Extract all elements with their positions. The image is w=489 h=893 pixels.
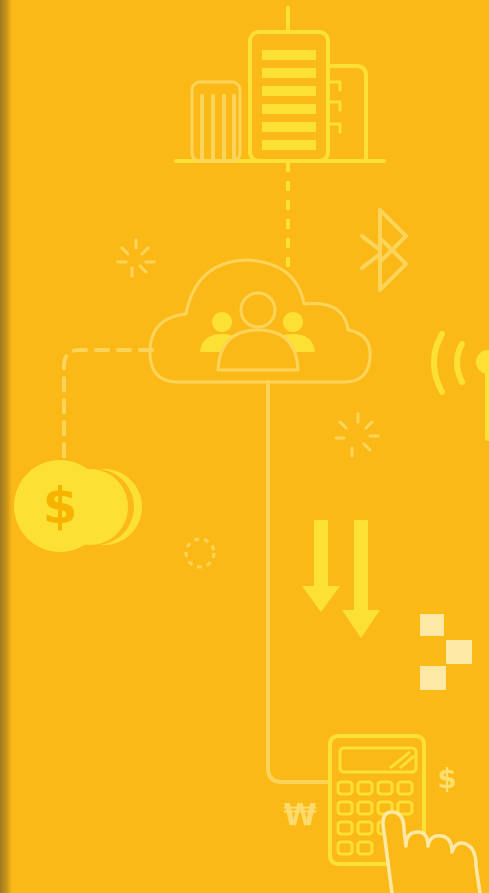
cloud-users-icon: [148, 258, 372, 384]
wireless-tower-icon: [431, 331, 489, 441]
cloud-to-coins-connector: [62, 348, 154, 464]
dollar-sign: $: [437, 762, 457, 795]
yellow-fintech-illustration-panel: $ ₩ $: [0, 0, 489, 893]
bluetooth-icon: [360, 208, 408, 292]
coin-dollar-sign: $: [42, 477, 78, 535]
download-arrows-icon: [302, 520, 380, 638]
illustration-art: [14, 6, 489, 893]
sparkle-icon-left: [116, 238, 156, 278]
pixel-blocks-icon: [420, 614, 472, 690]
won-sign: ₩: [283, 798, 317, 833]
pointing-hand-icon: [381, 810, 482, 893]
office-buildings-icon: [174, 6, 386, 163]
dotted-circle-icon: [184, 537, 216, 569]
sparkle-icon-right: [334, 412, 380, 458]
